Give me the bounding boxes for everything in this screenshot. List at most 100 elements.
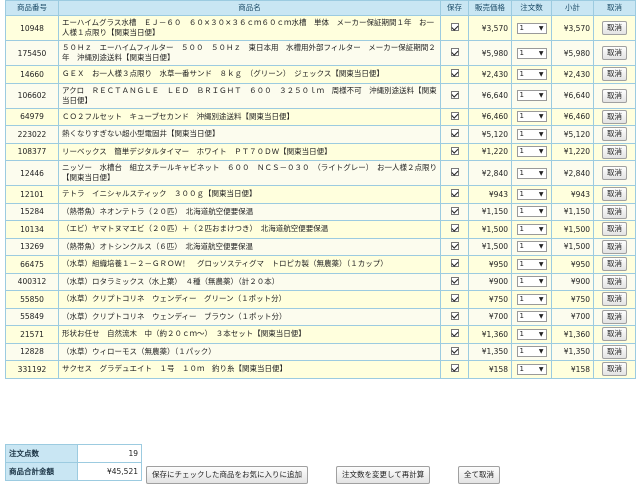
quantity-select[interactable]: 1 ▼ [516,128,547,140]
product-code: 64979 [5,107,59,126]
cancel-item-button[interactable]: 取消 [602,67,627,82]
product-name[interactable]: （水草）組織培養１－２－ＧＲＯＷ！ グロッソスティグマ トロピカ製（無農薬）（１… [58,255,441,274]
qty-cell: 1 ▼ [511,307,552,326]
product-name[interactable]: テトラ イニシャルスティック ３００ｇ【関東当日便】 [58,185,441,204]
quantity-select[interactable]: 1 ▼ [516,363,547,375]
quantity-select[interactable]: 1 ▼ [516,47,547,59]
quantity-value: 1 [519,312,524,321]
chevron-down-icon: ▼ [538,225,544,233]
keep-checkbox[interactable] [450,168,459,176]
cancel-item-button[interactable]: 取消 [602,127,627,142]
quantity-select[interactable]: 1 ▼ [516,346,547,358]
cancel-item-button[interactable]: 取消 [602,144,627,159]
product-name[interactable]: ５０Ｈｚ エーハイムフィルター ５００ ５０Ｈｚ 東日本用 水槽用外部フィルター… [58,40,441,66]
cancel-item-button[interactable]: 取消 [602,109,627,124]
product-name[interactable]: サクセス グラデュエイト １号 １０ｍ 釣り糸【関東当日便】 [58,360,441,379]
quantity-select[interactable]: 1 ▼ [516,90,547,101]
quantity-select[interactable]: 1 ▼ [516,188,547,200]
cancel-item-button[interactable]: 取消 [602,344,627,359]
product-name[interactable]: ＧＥＸ お一人様３点限り 水草一番サンド ８ｋｇ （グリーン） ジェックス【関東… [58,65,441,84]
product-name[interactable]: リーベックス 簡単デジタルタイマー ホワイト ＰＴ７０ＤＷ【関東当日便】 [58,142,441,161]
chevron-down-icon: ▼ [538,92,544,99]
quantity-select[interactable]: 1 ▼ [516,68,547,80]
quantity-select[interactable]: 1 ▼ [516,241,547,253]
cancel-all-button[interactable]: 全て取消 [458,466,500,484]
product-name[interactable]: 熱くなりすぎない超小型電固井【関東当日便】 [58,125,441,144]
keep-checkbox[interactable] [450,224,459,233]
quantity-select[interactable]: 1 ▼ [516,293,547,305]
cancel-item-button[interactable]: 取消 [602,88,627,103]
product-name[interactable]: ニッソー 水槽台 組立スチールキャビネット ６００ ＮＣＳ－０３０ （ライトグレ… [58,160,441,186]
keep-checkbox[interactable] [450,241,459,250]
cancel-item-button[interactable]: 取消 [602,222,627,237]
qty-cell: 1 ▼ [511,220,552,239]
quantity-select[interactable]: 1 ▼ [516,22,547,34]
keep-cell [440,160,469,186]
cancel-item-button[interactable]: 取消 [602,21,627,35]
cancel-item-button[interactable]: 取消 [602,327,627,342]
quantity-value: 1 [519,224,524,233]
product-name[interactable]: （エビ）ヤマトヌマエビ（２０匹）＋（２匹おまけつき） 北海道航空便要保温 [58,220,441,239]
add-to-favorites-button[interactable]: 保存にチェックした商品をお気に入りに追加 [146,466,308,484]
cancel-item-button[interactable]: 取消 [602,257,627,272]
keep-checkbox[interactable] [450,69,459,78]
keep-checkbox[interactable] [450,23,459,31]
cancel-cell: 取消 [593,160,636,186]
keep-checkbox[interactable] [450,189,459,198]
product-subtotal: ¥1,360 [551,325,594,344]
cancel-item-button[interactable]: 取消 [602,204,627,219]
cancel-item-button[interactable]: 取消 [602,46,627,60]
keep-checkbox[interactable] [450,48,459,56]
product-price: ¥5,120 [468,125,512,144]
cancel-item-button[interactable]: 取消 [602,187,627,202]
quantity-select[interactable]: 1 ▼ [516,311,547,323]
product-price: ¥1,220 [468,142,512,161]
table-row: 108377 リーベックス 簡単デジタルタイマー ホワイト ＰＴ７０ＤＷ【関東当日… [5,142,636,161]
product-price: ¥700 [468,307,512,326]
keep-checkbox[interactable] [450,329,459,338]
product-name[interactable]: 形状お任せ 自然流木 中（約２０ｃｍ～） ３本セット【関東当日便】 [58,325,441,344]
keep-checkbox[interactable] [450,206,459,215]
cancel-item-button[interactable]: 取消 [602,239,627,254]
keep-checkbox[interactable] [450,129,459,138]
keep-checkbox[interactable] [450,346,459,355]
quantity-select[interactable]: 1 ▼ [516,276,547,288]
product-subtotal: ¥950 [551,255,594,274]
keep-checkbox[interactable] [450,294,459,303]
chevron-down-icon: ▼ [538,49,544,57]
keep-checkbox[interactable] [450,259,459,268]
quantity-select[interactable]: 1 ▼ [516,223,547,235]
keep-checkbox[interactable] [450,364,459,373]
keep-checkbox[interactable] [450,146,459,155]
product-price: ¥6,640 [468,82,512,109]
cancel-item-button[interactable]: 取消 [602,274,627,289]
quantity-select[interactable]: 1 ▼ [516,206,547,218]
product-name[interactable]: （熱帯魚）オトシンクルス（６匹） 北海道航空便要保温 [58,237,441,256]
quantity-select[interactable]: 1 ▼ [516,111,547,123]
cancel-item-button[interactable]: 取消 [602,292,627,307]
quantity-select[interactable]: 1 ▼ [516,328,547,340]
keep-checkbox[interactable] [450,111,459,120]
product-name[interactable]: （水草）ロタラミックス（水上葉） ４種（無農薬）（計２０本） [58,272,441,291]
product-name[interactable]: （水草）クリプトコリネ ウェンディー グリーン（１ポット分） [58,290,441,309]
table-header-row: 商品番号 商品名 保存 販売価格 注文数 小計 取消 [5,0,636,16]
qty-cell: 1 ▼ [511,40,552,66]
cancel-item-button[interactable]: 取消 [602,166,627,180]
product-name[interactable]: （熱帯魚）ネオンテトラ（２０匹） 北海道航空便要保温 [58,202,441,221]
quantity-select[interactable]: 1 ▼ [516,167,547,179]
quantity-select[interactable]: 1 ▼ [516,146,547,158]
product-name[interactable]: ＣＯ２フルセット キューブセカンド 沖縄別途送料【関東当日便】 [58,107,441,126]
product-name[interactable]: アクロ ＲＥＣＴＡＮＧＬＥ ＬＥＤ ＢＲＩＧＨＴ ６００ ３２５０ｌｍ 周様不可… [58,82,441,109]
product-name[interactable]: （水草）クリプトコリネ ウェンディー ブラウン（１ポット分） [58,307,441,326]
quantity-select[interactable]: 1 ▼ [516,258,547,270]
keep-checkbox[interactable] [450,311,459,320]
keep-checkbox[interactable] [450,276,459,285]
recalculate-button[interactable]: 注文数を変更して再計算 [336,466,431,484]
keep-checkbox[interactable] [450,90,459,99]
cancel-item-button[interactable]: 取消 [602,309,627,324]
product-name[interactable]: （水草）ウィローモス（無農薬）（１パック） [58,342,441,361]
header-qty: 注文数 [511,0,552,16]
product-price: ¥750 [468,290,512,309]
product-name[interactable]: エーハイムグラス水槽 ＥＪ－６０ ６０×３０×３６ｃｍ６０ｃｍ水槽 単体 メーカ… [58,15,441,41]
cancel-item-button[interactable]: 取消 [602,362,627,377]
